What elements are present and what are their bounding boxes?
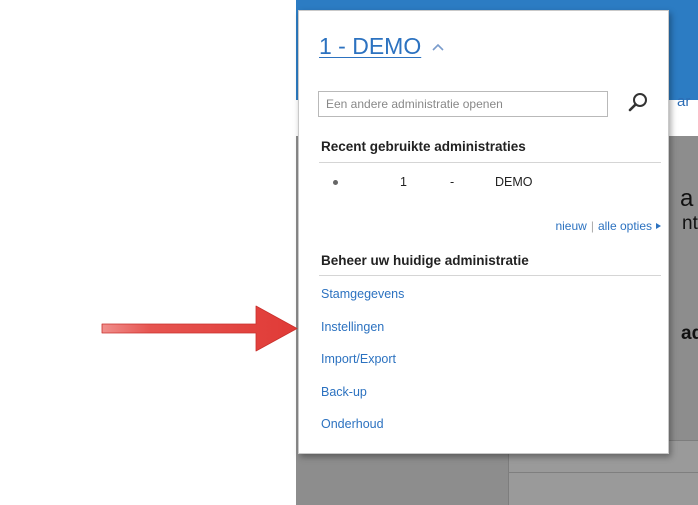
recent-item-name: DEMO [495, 175, 533, 189]
recent-administration-item[interactable]: 1 - DEMO [321, 173, 651, 193]
options-separator: | [590, 219, 594, 233]
menu-item-import-export[interactable]: Import/Export [321, 352, 404, 385]
app-partial-heading: a [680, 185, 694, 212]
administration-dropdown: 1 - DEMO Recent gebruikte administraties… [298, 10, 669, 454]
all-options-link[interactable]: alle opties [598, 219, 652, 233]
search-administration-input[interactable] [318, 91, 608, 117]
search-icon[interactable] [626, 91, 650, 115]
recent-divider [319, 162, 661, 163]
recent-item-number: 1 [400, 175, 407, 189]
chevron-up-icon[interactable] [431, 42, 445, 52]
menu-item-onderhoud[interactable]: Onderhoud [321, 417, 404, 450]
recent-administrations-heading: Recent gebruikte administraties [321, 139, 526, 154]
app-partial-subheading: nt [682, 213, 698, 234]
administration-toggle[interactable]: 1 - DEMO [319, 33, 445, 60]
red-arrow-icon [101, 305, 298, 352]
app-content-divider [508, 472, 698, 473]
manage-menu: Stamgegevens Instellingen Import/Export … [321, 287, 404, 450]
bullet-icon [333, 180, 338, 185]
menu-item-back-up[interactable]: Back-up [321, 385, 404, 418]
app-partial-link[interactable]: ar [677, 93, 690, 110]
arrow-right-icon[interactable] [656, 223, 661, 229]
recent-item-separator: - [450, 175, 455, 189]
manage-administration-heading: Beheer uw huidige administratie [321, 253, 529, 268]
manage-divider [319, 275, 661, 276]
menu-item-stamgegevens[interactable]: Stamgegevens [321, 287, 404, 320]
menu-item-instellingen[interactable]: Instellingen [321, 320, 404, 353]
new-administration-link[interactable]: nieuw [555, 219, 586, 233]
current-administration-title[interactable]: 1 - DEMO [319, 33, 421, 60]
administration-options: nieuw | alle opties [555, 219, 661, 233]
app-partial-bold-text: ad [681, 323, 698, 344]
screenshot-stage: ar a nt ad 1 - DEMO Recent gebruikte adm… [0, 0, 698, 505]
